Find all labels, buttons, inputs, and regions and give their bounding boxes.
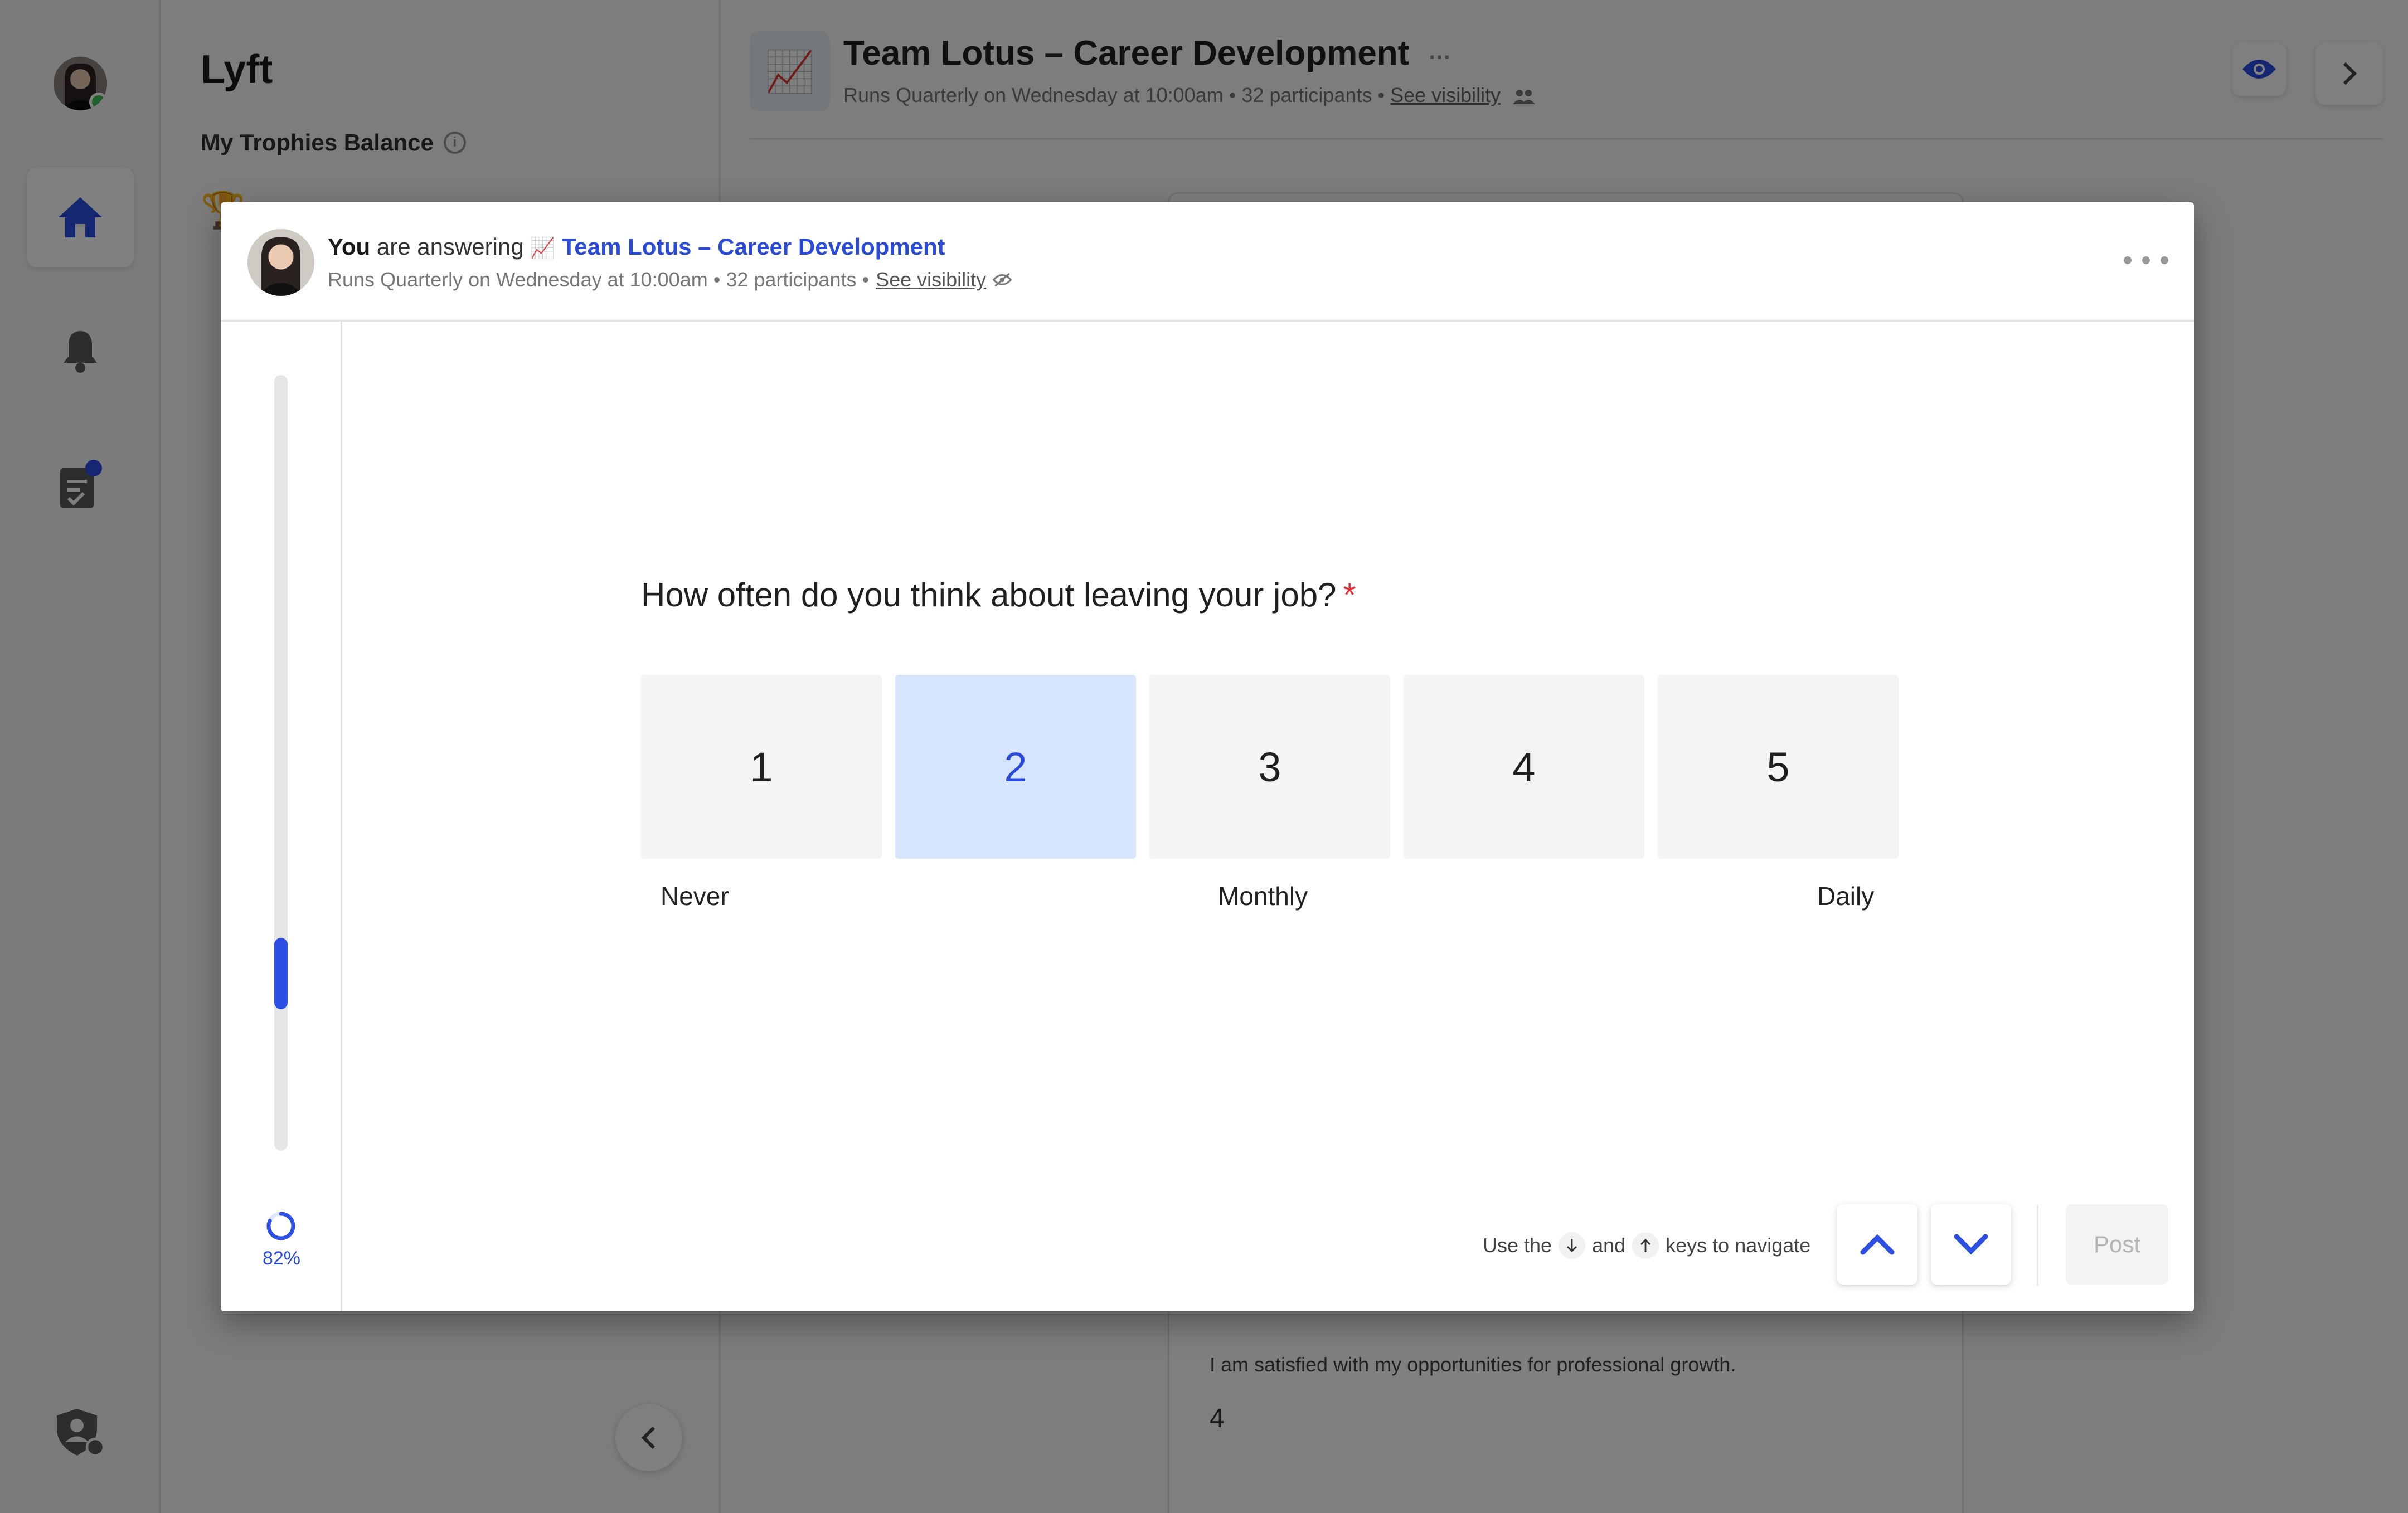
scale-label-low: Never [661, 882, 729, 911]
question-text: How often do you think about leaving you… [641, 576, 1337, 614]
modal-header: You are answering 📈 Team Lotus – Career … [221, 202, 2194, 322]
more-options-icon[interactable] [2124, 249, 2168, 271]
question-scroll-thumb[interactable] [274, 938, 288, 1009]
question-title: How often do you think about leaving you… [641, 576, 1356, 614]
keyboard-nav-hint: Use the and keys to navigate [1483, 1232, 1810, 1259]
survey-chart-icon: 📈 [530, 236, 556, 259]
question-scroll-track[interactable] [274, 375, 288, 1151]
dot [2161, 256, 2168, 264]
rating-option-2[interactable]: 2 [895, 675, 1136, 859]
answering-text: are answering [376, 233, 524, 260]
survey-answer-modal: You are answering 📈 Team Lotus – Career … [221, 202, 2194, 1311]
dot [2124, 256, 2132, 264]
rating-scale: 1 2 3 4 5 [641, 675, 1899, 859]
next-question-button[interactable] [1931, 1204, 2011, 1285]
hint-prefix: Use the [1483, 1234, 1552, 1257]
see-visibility-link[interactable]: See visibility [876, 268, 986, 291]
chevron-up-icon [1860, 1234, 1895, 1255]
hint-suffix: keys to navigate [1666, 1234, 1811, 1257]
survey-meta-line: Runs Quarterly on Wednesday at 10:00am •… [328, 268, 1012, 291]
eye-off-icon [993, 273, 1012, 287]
arrow-up-key-icon [1632, 1232, 1659, 1259]
progress-percent: 82% [262, 1248, 301, 1269]
arrow-down-key-icon [1559, 1232, 1586, 1259]
hint-and: and [1592, 1234, 1626, 1257]
survey-name-link[interactable]: Team Lotus – Career Development [562, 233, 945, 260]
previous-question-button[interactable] [1837, 1204, 1917, 1285]
dot [2142, 256, 2150, 264]
progress-ring-icon [266, 1212, 295, 1240]
chevron-down-icon [1954, 1234, 1988, 1255]
rating-option-1[interactable]: 1 [641, 675, 882, 859]
rating-option-3[interactable]: 3 [1149, 675, 1390, 859]
footer-divider [2037, 1205, 2038, 1286]
progress-column: 82% [221, 322, 342, 1311]
answerer-avatar [247, 229, 314, 296]
avatar-image [247, 229, 314, 296]
answering-line: You are answering 📈 Team Lotus – Career … [328, 233, 945, 260]
rating-option-4[interactable]: 4 [1404, 675, 1644, 859]
required-mark: * [1343, 576, 1356, 614]
survey-schedule: Runs Quarterly on Wednesday at 10:00am •… [328, 268, 870, 291]
scale-label-mid: Monthly [1218, 882, 1308, 911]
post-button[interactable]: Post [2066, 1204, 2168, 1285]
answerer-name: You [328, 233, 371, 260]
rating-option-5[interactable]: 5 [1658, 675, 1899, 859]
scale-label-high: Daily [1817, 882, 1875, 911]
